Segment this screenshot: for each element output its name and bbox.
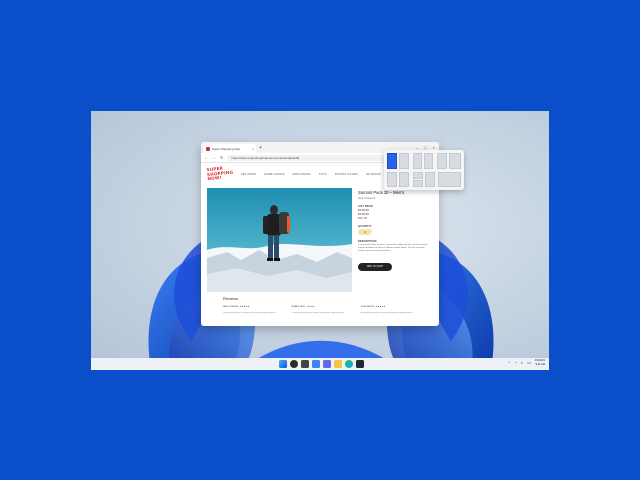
- add-to-cart-button[interactable]: ADD TO CART: [358, 263, 392, 271]
- review-text: Lorem ipsum dolor sit amet consectetur a…: [291, 312, 345, 314]
- snap-zone[interactable]: [413, 180, 423, 187]
- reviews-section: Reviews PAUL STEVEN • ★★★★★ Lorem ipsum …: [201, 292, 439, 314]
- close-tab-icon[interactable]: ×: [252, 147, 254, 151]
- volume-icon[interactable]: ◖: [521, 360, 523, 365]
- new-tab-button[interactable]: +: [259, 145, 262, 151]
- product-brand[interactable]: Ned Outdoors: [358, 196, 433, 200]
- snap-zone[interactable]: [438, 172, 461, 187]
- tab-title: Super Shopping Now: [212, 146, 241, 151]
- edge-icon[interactable]: [345, 360, 353, 368]
- you-save: $10.00: [358, 216, 368, 220]
- clock[interactable]: 4/5/2021 9:11 AM: [535, 359, 545, 366]
- site-logo[interactable]: SUPER SHOPPING NOW!: [206, 166, 233, 182]
- taskbar-apps: [279, 360, 364, 368]
- product-details: Summit Pack 30 – Men's Ned Outdoors LIST…: [358, 188, 433, 292]
- favicon-icon: [206, 146, 210, 151]
- wifi-icon[interactable]: ◔: [514, 360, 516, 365]
- nav-link[interactable]: OUTDOOR: [366, 173, 381, 176]
- review-text: Lorem ipsum dolor sit amet consectetur a…: [360, 312, 413, 314]
- reviews-title: Reviews: [223, 296, 239, 301]
- desktop-screen: Super Shopping Now × + – □ × ← → ↻ https…: [91, 111, 549, 370]
- taskbar: ^ ◔ ◖ ▭ 4/5/2021 9:11 AM: [91, 358, 549, 370]
- quantity-stepper[interactable]: 1: [358, 229, 372, 235]
- file-explorer-icon[interactable]: [334, 360, 342, 368]
- snap-zone-selected[interactable]: [387, 153, 397, 169]
- snap-zone[interactable]: [399, 153, 409, 169]
- snap-zone[interactable]: [413, 153, 422, 169]
- site-nav: SEA FINDS HOME GOODS APPLIANCES TOYS SPO…: [241, 173, 403, 176]
- search-icon[interactable]: [290, 360, 298, 368]
- nav-link[interactable]: HOME GOODS: [264, 173, 284, 176]
- store-icon[interactable]: [356, 360, 364, 368]
- product-title: Summit Pack 30 – Men's: [358, 190, 405, 195]
- snap-zone[interactable]: [424, 153, 433, 169]
- nav-link[interactable]: TOYS: [319, 173, 327, 176]
- chat-icon[interactable]: [323, 360, 331, 368]
- refresh-icon[interactable]: ↻: [220, 155, 223, 160]
- quantity-label: QUANTITY: [358, 225, 372, 228]
- forward-icon[interactable]: →: [212, 155, 216, 160]
- battery-icon[interactable]: ▭: [527, 360, 531, 365]
- product-photo: [207, 188, 352, 292]
- product-section: Summit Pack 30 – Men's Ned Outdoors LIST…: [201, 185, 439, 292]
- system-tray: ^ ◔ ◖ ▭ 4/5/2021 9:11 AM: [508, 359, 545, 366]
- review-text: Lorem ipsum dolor sit amet consectetur a…: [223, 312, 276, 314]
- snap-zone[interactable]: [437, 153, 447, 169]
- review-item: PAUL STEVEN • ★★★★★ Lorem ipsum dolor si…: [223, 305, 280, 314]
- nav-link[interactable]: SEA FINDS: [241, 173, 256, 176]
- snap-zone[interactable]: [413, 172, 423, 179]
- description-label: DESCRIPTION: [358, 240, 377, 243]
- clock-date: 9:11 AM: [535, 362, 545, 366]
- product-description: Lorem ipsum dolor sit amet, consectetur …: [358, 244, 428, 252]
- back-icon[interactable]: ←: [204, 155, 208, 160]
- review-author: JOHN SMITH • ★★★★★: [360, 306, 386, 308]
- snap-zone[interactable]: [425, 172, 435, 187]
- review-author: REBECCA M. • ★★★★: [291, 306, 315, 308]
- snap-layouts-flyout: [384, 150, 464, 190]
- review-item: JOHN SMITH • ★★★★★ Lorem ipsum dolor sit…: [360, 305, 417, 314]
- nav-link[interactable]: SPORTS GOODS: [335, 173, 358, 176]
- widgets-icon[interactable]: [312, 360, 320, 368]
- start-icon[interactable]: [279, 360, 287, 368]
- snap-zone[interactable]: [387, 172, 397, 187]
- snap-zone[interactable]: [449, 153, 461, 169]
- nav-link[interactable]: APPLIANCES: [293, 173, 311, 176]
- chevron-up-icon[interactable]: ^: [508, 360, 510, 365]
- clock-time: 4/5/2021: [534, 359, 545, 362]
- task-view-icon[interactable]: [301, 360, 309, 368]
- review-author: PAUL STEVEN • ★★★★★: [223, 306, 250, 308]
- snap-zone[interactable]: [399, 172, 409, 187]
- logo-line: NOW!: [207, 175, 223, 182]
- browser-tab[interactable]: Super Shopping Now ×: [204, 144, 256, 153]
- review-item: REBECCA M. • ★★★★ Lorem ipsum dolor sit …: [292, 305, 349, 314]
